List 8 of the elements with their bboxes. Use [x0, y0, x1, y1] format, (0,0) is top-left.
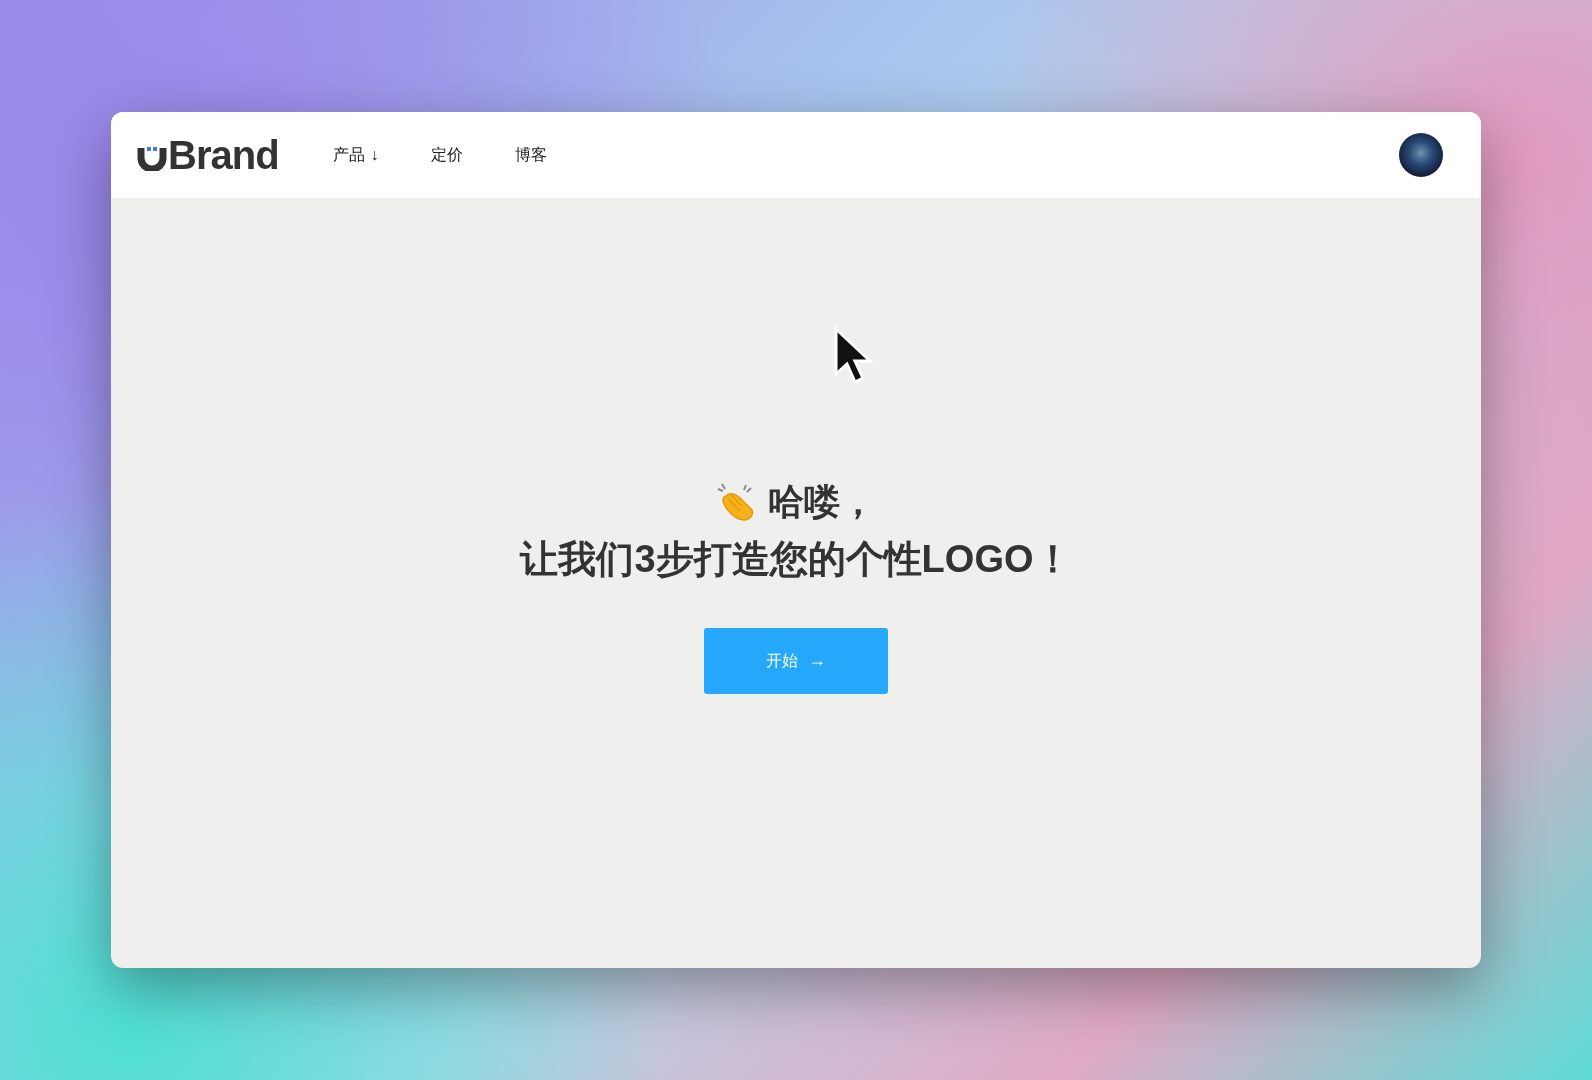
headline: 让我们3步打造您的个性LOGO！	[520, 537, 1072, 583]
nav-link[interactable]: 产品 ↓	[332, 143, 379, 167]
brand-logo[interactable]: Brand	[137, 135, 279, 175]
logo-mark-icon	[137, 144, 167, 171]
greeting-heading: 哈喽，	[768, 480, 876, 524]
avatar[interactable]	[1399, 133, 1443, 177]
nav-link[interactable]: 博客	[514, 143, 547, 167]
nav-link[interactable]: 定价	[430, 143, 463, 167]
